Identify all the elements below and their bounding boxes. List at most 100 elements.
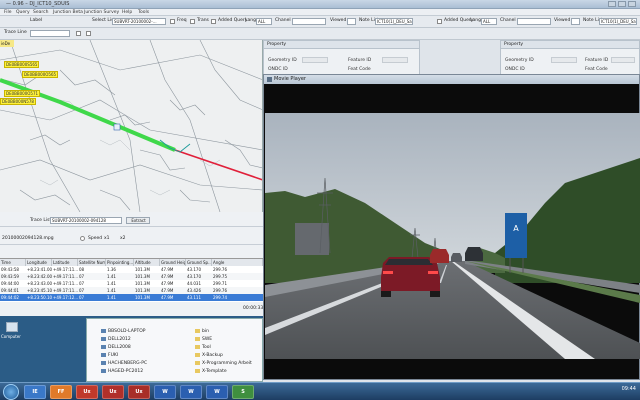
note-list-dropdown[interactable]: ICT10(1)_DEU_Sa… xyxy=(375,18,413,25)
column-altitude[interactable]: Altitude xyxy=(134,259,160,266)
column-angle[interactable]: Angle xyxy=(212,259,263,266)
column-ground-speed[interactable]: Ground Sp... xyxy=(186,259,212,266)
column-ground-height[interactable]: Ground Height xyxy=(160,259,186,266)
map-label-4[interactable]: DE0BB000N578 xyxy=(0,98,36,105)
speed-x1-option[interactable]: x1 xyxy=(104,236,110,241)
network-computer-item[interactable]: BBSOLD-LAPTOP xyxy=(101,329,146,334)
map-tab[interactable]: ieDe xyxy=(0,40,14,47)
folder-icon xyxy=(195,329,200,333)
menu-file[interactable]: File xyxy=(4,10,12,15)
folder-item[interactable]: X-Programming Arbeit xyxy=(195,361,252,366)
menu-tools[interactable]: Tools xyxy=(138,10,149,15)
taskbar-app-button[interactable]: W xyxy=(154,385,176,399)
menu-junction-beta[interactable]: Junction Beta xyxy=(53,10,83,15)
folder-item[interactable]: X-Backup xyxy=(195,353,223,358)
network-computer-item[interactable]: DELL2008 xyxy=(101,345,131,350)
geometry-id-field[interactable] xyxy=(302,57,328,63)
computer-icon xyxy=(101,353,106,357)
table-row[interactable]: 09:43:59 +8.23:42.00...+49.17:11...07 1.41… xyxy=(0,273,263,280)
network-computer-label: DELL2008 xyxy=(108,345,131,350)
clock[interactable]: 09:44 xyxy=(622,386,636,392)
trace-list-dropdown[interactable]: SUBVRT-20100002-094128 xyxy=(50,217,122,224)
start-button[interactable] xyxy=(3,384,19,400)
folder-item[interactable]: SWE xyxy=(195,337,212,342)
cell-pinpointing: 1.36 xyxy=(107,267,116,272)
folder-item[interactable]: bin xyxy=(195,329,209,334)
cell-pinpointing: 1.41 xyxy=(107,281,116,286)
taskbar-app-button[interactable]: IE xyxy=(24,385,46,399)
trace-line-dropdown[interactable] xyxy=(30,30,70,37)
speed-radio[interactable] xyxy=(80,236,85,241)
viewed-label: Viewed xyxy=(330,18,347,23)
toolbar-checkbox-a[interactable] xyxy=(76,31,81,36)
movie-player-window[interactable]: Movie Player A xyxy=(263,74,640,380)
trans-checkbox[interactable] xyxy=(190,19,195,24)
column-pinpointing[interactable]: Pinpointing... xyxy=(106,259,134,266)
freq-checkbox[interactable] xyxy=(170,19,175,24)
network-computer-item[interactable]: HAGED-PC2012 xyxy=(101,369,143,374)
added-query-checkbox-right[interactable] xyxy=(437,19,442,24)
cell-ground-speed: 43.111 xyxy=(187,295,201,300)
folder-icon xyxy=(195,345,200,349)
feature-id-field[interactable] xyxy=(382,57,408,63)
toolbar: Label Select List SUBVRT-20100002-… Freq… xyxy=(0,16,640,28)
network-computer-item[interactable]: HACHENBERG-PC xyxy=(101,361,147,366)
menu-query[interactable]: Query xyxy=(16,10,30,15)
network-computer-item[interactable]: DELL2012 xyxy=(101,337,131,342)
map-label-3[interactable]: DE0BB000O571 xyxy=(4,90,41,97)
column-longitude[interactable]: Longitude xyxy=(26,259,52,266)
menu-search[interactable]: Search xyxy=(33,10,48,15)
cell-angle: 299.76 xyxy=(213,288,227,293)
taskbar-app-button[interactable]: Ux xyxy=(128,385,150,399)
select-list-dropdown[interactable]: SUBVRT-20100002-… xyxy=(112,18,166,25)
extract-button[interactable]: Extract xyxy=(126,217,150,224)
menu-help[interactable]: Help xyxy=(122,10,132,15)
feature-id-field-right[interactable] xyxy=(611,57,635,63)
table-row[interactable]: 09:44:00 +8.23:43.00...+49.17:11...07 1.41… xyxy=(0,280,263,287)
column-satellite-num[interactable]: Satellite Num xyxy=(78,259,106,266)
column-time[interactable]: Time xyxy=(0,259,26,266)
taskbar-app-button[interactable]: Ux xyxy=(76,385,98,399)
taskbar-app-button[interactable]: W xyxy=(206,385,228,399)
folder-icon xyxy=(195,337,200,341)
viewed-dropdown-right[interactable] xyxy=(571,18,580,25)
label-label: Label xyxy=(30,18,43,23)
speed-x2-option[interactable]: x2 xyxy=(120,236,126,241)
computer-icon[interactable] xyxy=(6,322,18,332)
folder-item[interactable]: Tool xyxy=(195,345,211,350)
chanel-label: Chanel xyxy=(275,18,291,23)
minimize-button[interactable] xyxy=(608,1,616,7)
chanel-dropdown-right[interactable] xyxy=(517,18,551,25)
column-latitude[interactable]: Latitude xyxy=(52,259,78,266)
geometry-id-field-right[interactable] xyxy=(551,57,577,63)
lang-dropdown[interactable]: ALL xyxy=(256,18,272,25)
feat-code-label: Feat Code xyxy=(348,67,371,72)
lang-dropdown-right[interactable]: ALL xyxy=(481,18,497,25)
maximize-button[interactable] xyxy=(618,1,626,7)
network-computer-item[interactable]: FUKI xyxy=(101,353,118,358)
added-query-checkbox[interactable] xyxy=(211,19,216,24)
taskbar-app-button[interactable]: W xyxy=(180,385,202,399)
movie-file-row: 20100002094128.mpg Speed x1 x2 xyxy=(0,234,263,245)
trace-list-row: Trace List SUBVRT-20100002-094128 Extrac… xyxy=(0,216,263,227)
close-button[interactable] xyxy=(628,1,636,7)
folder-item[interactable]: X-Template xyxy=(195,369,227,374)
cell-satellite-num: 07 xyxy=(79,295,85,300)
table-row[interactable]: 09:43:58 +8.23:41.00...+49.17:11...08 1.36… xyxy=(0,266,263,273)
lang-label-right: Lang xyxy=(470,18,481,23)
map-label-1[interactable]: DE0BB000S565 xyxy=(4,61,40,68)
table-row-selected[interactable]: 09:44:02 +8.23:50.10...+49.17:12...07 1.41… xyxy=(0,294,263,301)
table-row[interactable]: 09:44:01 +8.23:45.10...+49.17:11...07 1.41… xyxy=(0,287,263,294)
map-panel[interactable]: ieDe DE0BB000S565 DE0BB000O565 DE0BB000O… xyxy=(0,40,263,212)
map-label-2[interactable]: DE0BB000O565 xyxy=(22,71,59,78)
geometry-id-label-right: Geometry ID xyxy=(505,58,534,63)
note-list-dropdown-right[interactable]: ICT10(1)_DEU_Sa… xyxy=(599,18,637,25)
menu-junction-survey[interactable]: Junction Survey xyxy=(84,10,119,15)
chanel-dropdown[interactable] xyxy=(292,18,326,25)
video-frame[interactable]: A xyxy=(265,113,640,359)
viewed-dropdown[interactable] xyxy=(347,18,356,25)
toolbar-checkbox-b[interactable] xyxy=(86,31,91,36)
taskbar-app-button[interactable]: FF xyxy=(50,385,72,399)
taskbar-app-button[interactable]: S xyxy=(232,385,254,399)
taskbar-app-button[interactable]: Ux xyxy=(102,385,124,399)
